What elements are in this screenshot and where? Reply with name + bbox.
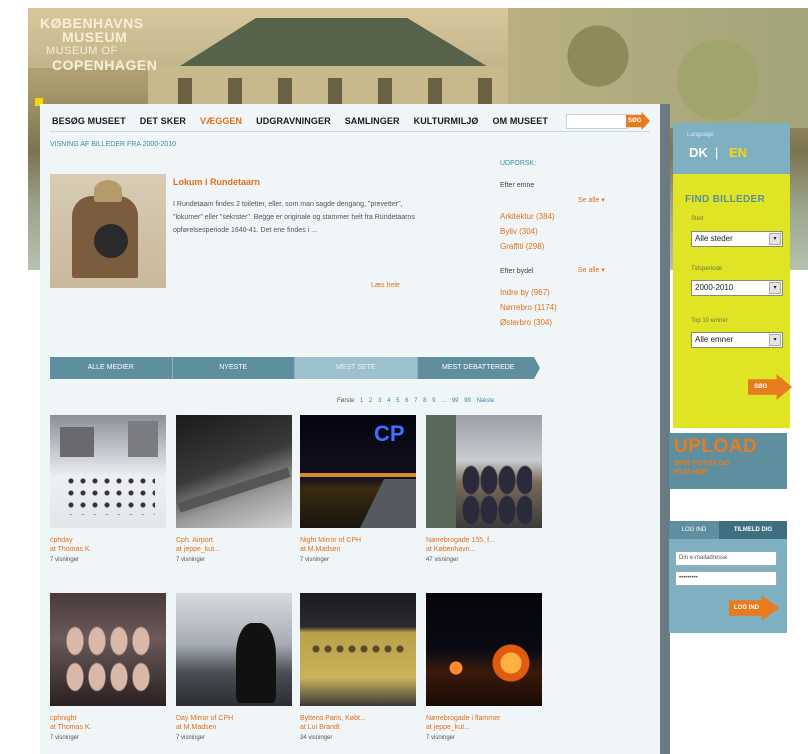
- thumbnail-caption[interactable]: cphnight at Thomas K. 7 visninger: [50, 714, 170, 743]
- featured-image[interactable]: [50, 174, 166, 288]
- by-area-select[interactable]: Se alle ▾: [578, 266, 605, 274]
- topic-link-2[interactable]: Graffiti (298): [500, 242, 544, 251]
- thumbnail-image[interactable]: [176, 593, 292, 706]
- main-nav: BESØG MUSEET DET SKER VÆGGEN UDGRAVNINGE…: [52, 116, 548, 126]
- pager-ellipsis: ...: [441, 398, 447, 404]
- language-switcher: Language DK | EN: [673, 123, 790, 174]
- tab-most-viewed[interactable]: MEST SETE: [295, 357, 418, 379]
- explore-heading: UDFORSK:: [500, 160, 537, 167]
- nav-det-sker[interactable]: DET SKER: [140, 116, 186, 126]
- pager-page-1[interactable]: 1: [360, 398, 363, 404]
- explore-panel: UDFORSK: Efter emne Se alle ▾ Arkitektur…: [500, 160, 630, 327]
- upload-button[interactable]: UPLOAD DINE FOTOS OG FILM HER: [669, 433, 787, 489]
- area-link-1[interactable]: Nørrebro (1174): [500, 303, 557, 312]
- thumbnail-caption[interactable]: Day Mirror of CPH at M.Madsen 7 visninger: [176, 714, 296, 743]
- thumbnail-image[interactable]: [50, 415, 166, 528]
- thumbnail-caption[interactable]: Nørrebrogade i flammer at jeppe_kut... 7 v…: [426, 714, 546, 743]
- by-topic-select[interactable]: Se alle ▾: [578, 196, 605, 204]
- thumbnail-image[interactable]: [50, 593, 166, 706]
- language-label: Language: [687, 132, 714, 138]
- thumbnail-caption[interactable]: Nørrebrogade 155, f... at København... 47 …: [426, 536, 546, 565]
- media-tabs: ALLE MEDIER NYESTE MEST SETE MEST DEBATT…: [50, 357, 540, 379]
- find-search-button[interactable]: SØG: [748, 374, 792, 400]
- by-topic-label: Efter emne: [500, 182, 535, 189]
- pager-page-4[interactable]: 4: [387, 398, 390, 404]
- topic-select[interactable]: Alle emner ▾: [691, 332, 783, 348]
- topic-link-0[interactable]: Arkitektur (384): [500, 212, 555, 221]
- area-link-0[interactable]: Indre by (967): [500, 288, 550, 297]
- password-field[interactable]: •••••••••: [675, 571, 777, 586]
- nav-samlinger[interactable]: SAMLINGER: [345, 116, 400, 126]
- breadcrumb: VISNING AF BILLEDER FRA 2000-2010: [50, 141, 177, 148]
- nav-kulturmiljo[interactable]: KULTURMILJØ: [414, 116, 479, 126]
- pager-page-5[interactable]: 5: [396, 398, 399, 404]
- language-dk[interactable]: DK: [689, 145, 708, 160]
- tab-newest[interactable]: NYESTE: [172, 357, 295, 379]
- tab-signup[interactable]: TILMELD DIG: [719, 521, 787, 539]
- thumbnail-caption[interactable]: cphday at Thomas K. 7 visninger: [50, 536, 170, 565]
- login-button[interactable]: LOG IND: [729, 595, 779, 621]
- pager-label: Første: [337, 398, 355, 404]
- pager-page-3[interactable]: 3: [378, 398, 381, 404]
- by-area-label: Efter bydel: [500, 268, 534, 275]
- email-field[interactable]: Din e-mailadresse: [675, 551, 777, 566]
- thumbnail-image[interactable]: [426, 593, 542, 706]
- find-pictures-title: FIND BILLEDER: [685, 194, 766, 205]
- museum-logo[interactable]: KØBENHAVNS MUSEUM MUSEUM OF COPENHAGEN: [40, 16, 157, 72]
- nav-udgravninger[interactable]: UDGRAVNINGER: [256, 116, 331, 126]
- tab-most-debated[interactable]: MEST DEBATTEREDE: [417, 357, 540, 379]
- thumbnail-image[interactable]: [176, 415, 292, 528]
- login-panel: LOG IND TILMELD DIG Din e-mailadresse ••…: [669, 521, 787, 633]
- language-en[interactable]: EN: [729, 145, 747, 160]
- featured-title[interactable]: Lokum i Rundetaarn: [173, 177, 260, 187]
- tab-login[interactable]: LOG IND: [669, 521, 719, 539]
- thumbnail-image[interactable]: [300, 593, 416, 706]
- place-select[interactable]: Alle steder ▾: [691, 231, 783, 247]
- nav-vaeggen[interactable]: VÆGGEN: [200, 116, 242, 126]
- pager-page-7[interactable]: 7: [414, 398, 417, 404]
- pager-page-2[interactable]: 2: [369, 398, 372, 404]
- pager-page-a[interactable]: 99: [452, 398, 459, 404]
- thumbnail-image[interactable]: [426, 415, 542, 528]
- pagination: Første 1 2 3 4 5 6 7 8 9 ... 99 99 Næste: [337, 398, 494, 404]
- period-select[interactable]: 2000-2010 ▾: [691, 280, 783, 296]
- pager-page-b[interactable]: 99: [464, 398, 471, 404]
- search-input[interactable]: [566, 114, 628, 129]
- nav-besog-museet[interactable]: BESØG MUSEET: [52, 116, 126, 126]
- pager-page-9[interactable]: 9: [432, 398, 435, 404]
- pager-next[interactable]: Næste: [477, 398, 495, 404]
- pager-page-8[interactable]: 8: [423, 398, 426, 404]
- nav-om-museet[interactable]: OM MUSEET: [493, 116, 548, 126]
- thumbnail-caption[interactable]: Cph. Airport at jeppe_kut... 7 visninger: [176, 536, 296, 565]
- topic-link-1[interactable]: Byliv (304): [500, 227, 538, 236]
- featured-text: I Rundetaarn findes 2 toiletter, eller, …: [173, 201, 415, 234]
- find-pictures-panel: FIND BILLEDER Sted Alle steder ▾ Tidsperi…: [673, 174, 792, 428]
- area-link-2[interactable]: Østerbro (304): [500, 318, 552, 327]
- thumbnail-caption[interactable]: Byttens Paris, Købt... at Lui Brandt 34 vi…: [300, 714, 420, 743]
- read-more-link[interactable]: Læs hele: [371, 282, 400, 289]
- tab-all-media[interactable]: ALLE MEDIER: [50, 357, 173, 379]
- pager-page-6[interactable]: 6: [405, 398, 408, 404]
- thumbnail-caption[interactable]: Night Mirror of CPH at M.Madsen 7 visninge…: [300, 536, 420, 565]
- thumbnail-image[interactable]: CP: [300, 415, 416, 528]
